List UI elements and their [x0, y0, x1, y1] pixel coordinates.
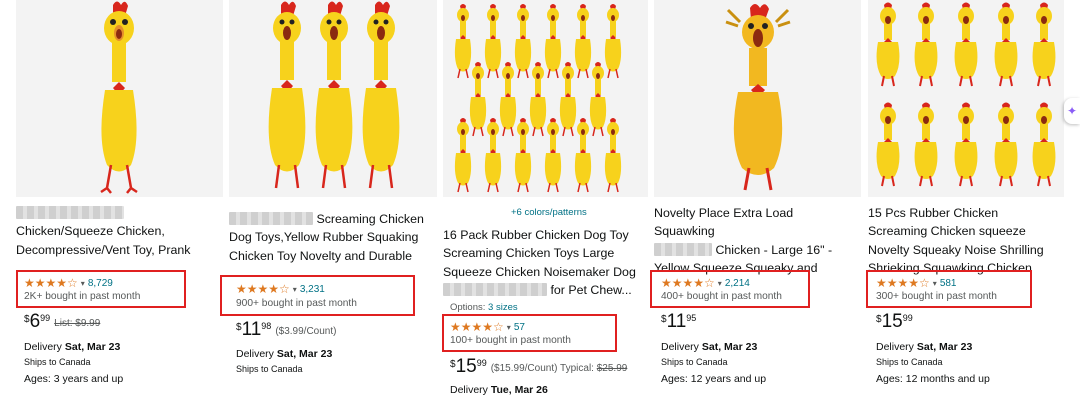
sparkle-icon[interactable]: ✦ [1064, 98, 1080, 124]
product-card[interactable]: Chicken/Squeeze Chicken, Decompressive/V… [16, 0, 223, 404]
delivery-info: Delivery Sat, Mar 23 [661, 341, 758, 353]
chicken-figure [725, 4, 791, 191]
age-range: Ages: 12 months and up [876, 373, 990, 385]
product-card[interactable]: Novelty Place Extra Load Squawking Chick… [654, 0, 861, 404]
product-card[interactable]: Screaming Chicken Dog Toys,Yellow Rubber… [229, 0, 437, 404]
highlight-box [220, 275, 415, 316]
ships-to: Ships to Canada [876, 357, 943, 367]
ships-to: Ships to Canada [236, 364, 303, 374]
delivery-info: Delivery Sat, Mar 23 [24, 341, 121, 353]
product-image[interactable] [868, 0, 1064, 197]
product-title[interactable]: Screaming Chicken Dog Toys,Yellow Rubber… [229, 210, 431, 265]
blurred-brand [654, 242, 712, 256]
price[interactable]: $ 15 99 [876, 312, 913, 332]
rubber-chicken-image [100, 1, 138, 194]
highlight-box [442, 314, 617, 352]
blurred-brand [229, 212, 313, 225]
highlight-box [866, 270, 1032, 308]
product-title[interactable]: Novelty Place Extra Load Squawking Chick… [654, 204, 855, 278]
product-image[interactable] [229, 0, 437, 197]
rubber-chicken-image [875, 1, 1057, 187]
age-range: Ages: 12 years and up [661, 373, 767, 385]
product-card[interactable]: 15 Pcs Rubber Chicken Screaming Chicken … [868, 0, 1064, 404]
rubber-chicken-image [454, 3, 622, 193]
price[interactable]: $ 6 99 List: $9.99 [24, 312, 100, 332]
list-price: List: $9.99 [54, 318, 101, 329]
price[interactable]: $ 11 98 ($3.99/Count) [236, 320, 336, 340]
product-image[interactable] [654, 0, 861, 197]
product-title[interactable]: Chicken/Squeeze Chicken, Decompressive/V… [16, 204, 217, 259]
ships-to: Ships to Canada [661, 357, 728, 367]
unit-price: ($3.99/Count) [275, 326, 337, 337]
delivery-info: Delivery Tue, Mar 26 [450, 384, 548, 396]
chicken-figure [454, 3, 622, 193]
product-image[interactable] [16, 0, 223, 197]
product-title[interactable]: 15 Pcs Rubber Chicken Screaming Chicken … [868, 204, 1058, 278]
rubber-chicken-image [268, 1, 400, 189]
highlight-box [16, 270, 186, 308]
delivery-info: Delivery Sat, Mar 23 [236, 348, 333, 360]
highlight-box [650, 270, 810, 308]
price[interactable]: $ 15 99 ($15.99/Count) Typical: $25.99 [450, 357, 627, 377]
chicken-figure [875, 1, 1057, 187]
options[interactable]: Options: 3 sizes [450, 302, 518, 313]
blurred-brand [16, 206, 124, 219]
rubber-chicken-image [725, 4, 791, 191]
age-range: Ages: 3 years and up [24, 373, 124, 385]
chicken-figure [100, 1, 138, 194]
product-title[interactable]: 16 Pack Rubber Chicken Dog Toy Screaming… [443, 226, 642, 300]
colors-link[interactable]: +6 colors/patterns [511, 207, 587, 218]
ships-to: Ships to Canada [24, 357, 91, 367]
blurred-brand [443, 282, 547, 296]
unit-price: ($15.99/Count) Typical: $25.99 [490, 363, 628, 374]
price[interactable]: $ 11 95 [661, 312, 696, 332]
chicken-figure [268, 1, 400, 189]
product-image[interactable] [443, 0, 648, 197]
delivery-info: Delivery Sat, Mar 23 [876, 341, 973, 353]
